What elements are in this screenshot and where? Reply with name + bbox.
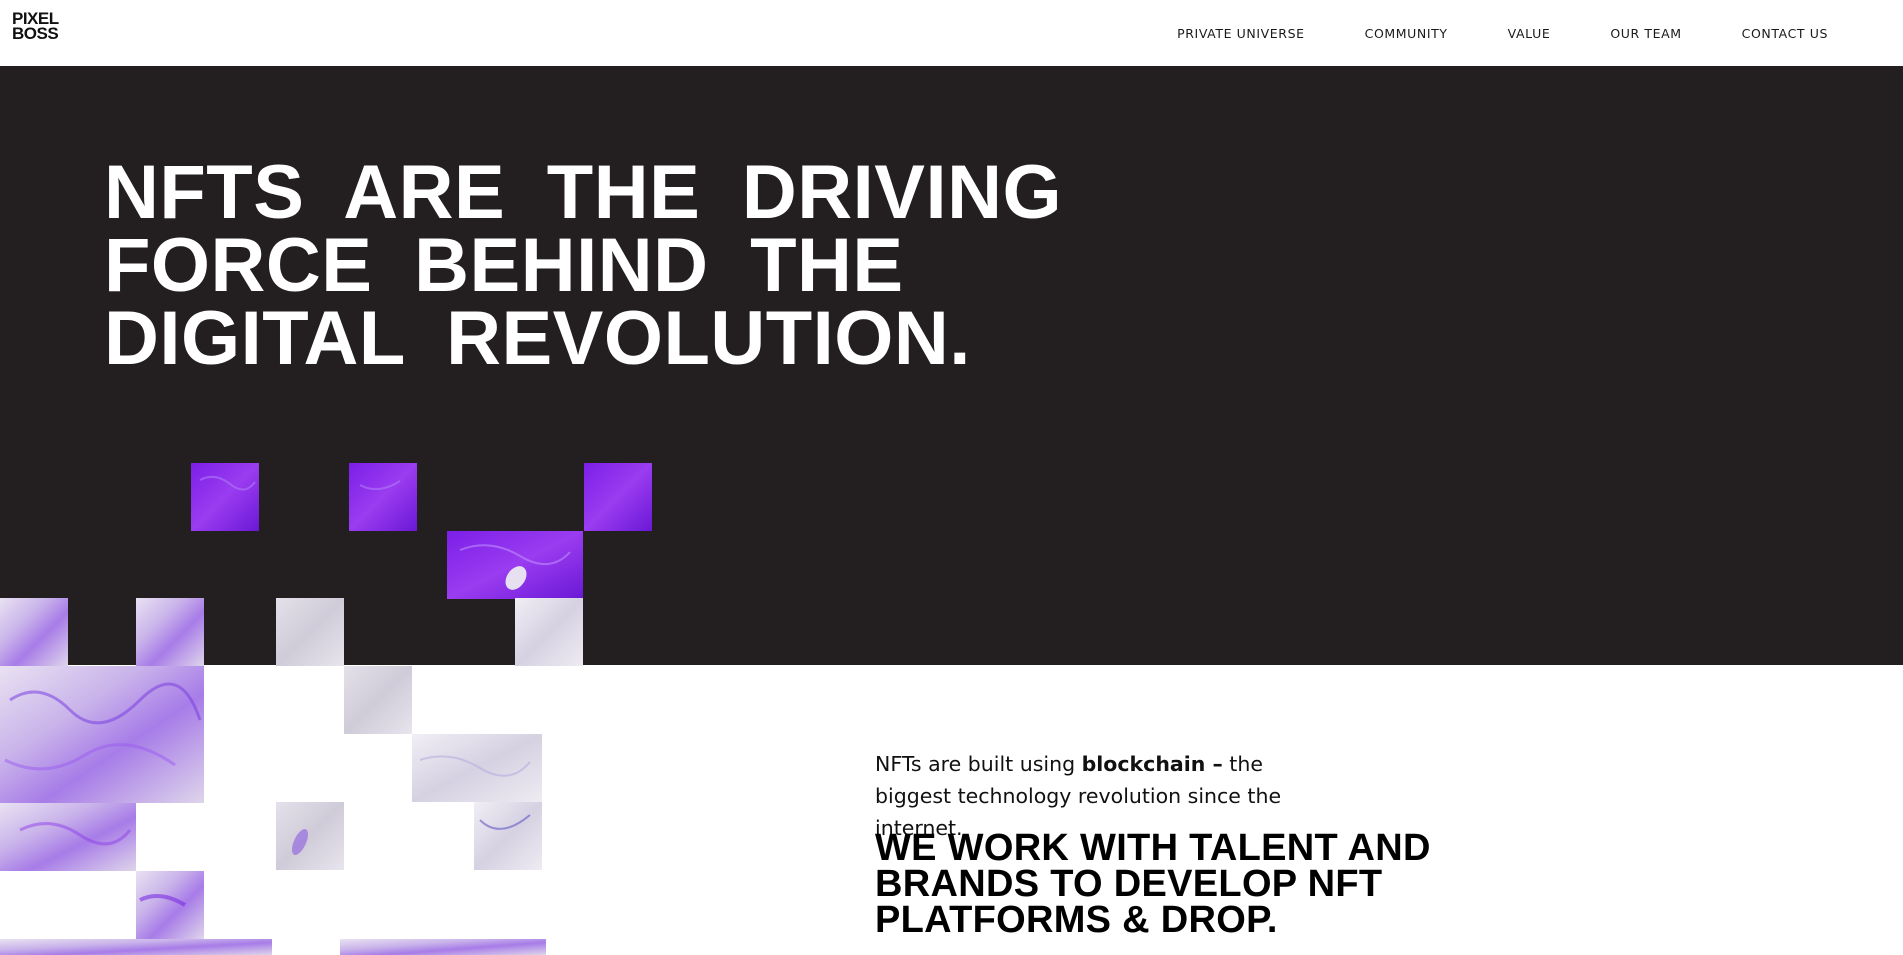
nav-private-universe[interactable]: PRIVATE UNIVERSE xyxy=(1177,26,1305,41)
main-nav: PRIVATE UNIVERSE COMMUNITY VALUE OUR TEA… xyxy=(1177,0,1828,66)
hero-title: NFTS ARE THE DRIVING FORCE BEHIND THE DI… xyxy=(104,150,1063,381)
intro-text-start: NFTs are built using xyxy=(875,752,1082,776)
nav-community[interactable]: COMMUNITY xyxy=(1365,26,1448,41)
nav-contact-us[interactable]: CONTACT US xyxy=(1742,26,1828,41)
hero-section: NFTS ARE THE DRIVING FORCE BEHIND THE DI… xyxy=(0,66,1903,665)
pixel-boss-logo[interactable]: PIXEL BOSS xyxy=(12,10,82,45)
nav-our-team[interactable]: OUR TEAM xyxy=(1610,26,1681,41)
site-header: PIXEL BOSS PRIVATE UNIVERSE COMMUNITY VA… xyxy=(0,0,1903,66)
logo-line-2: BOSS xyxy=(12,24,59,43)
tagline-heading: WE WORK WITH TALENT AND BRANDS TO DEVELO… xyxy=(875,827,1431,941)
intro-text-bold: blockchain – xyxy=(1081,752,1223,776)
nav-value[interactable]: VALUE xyxy=(1508,26,1551,41)
